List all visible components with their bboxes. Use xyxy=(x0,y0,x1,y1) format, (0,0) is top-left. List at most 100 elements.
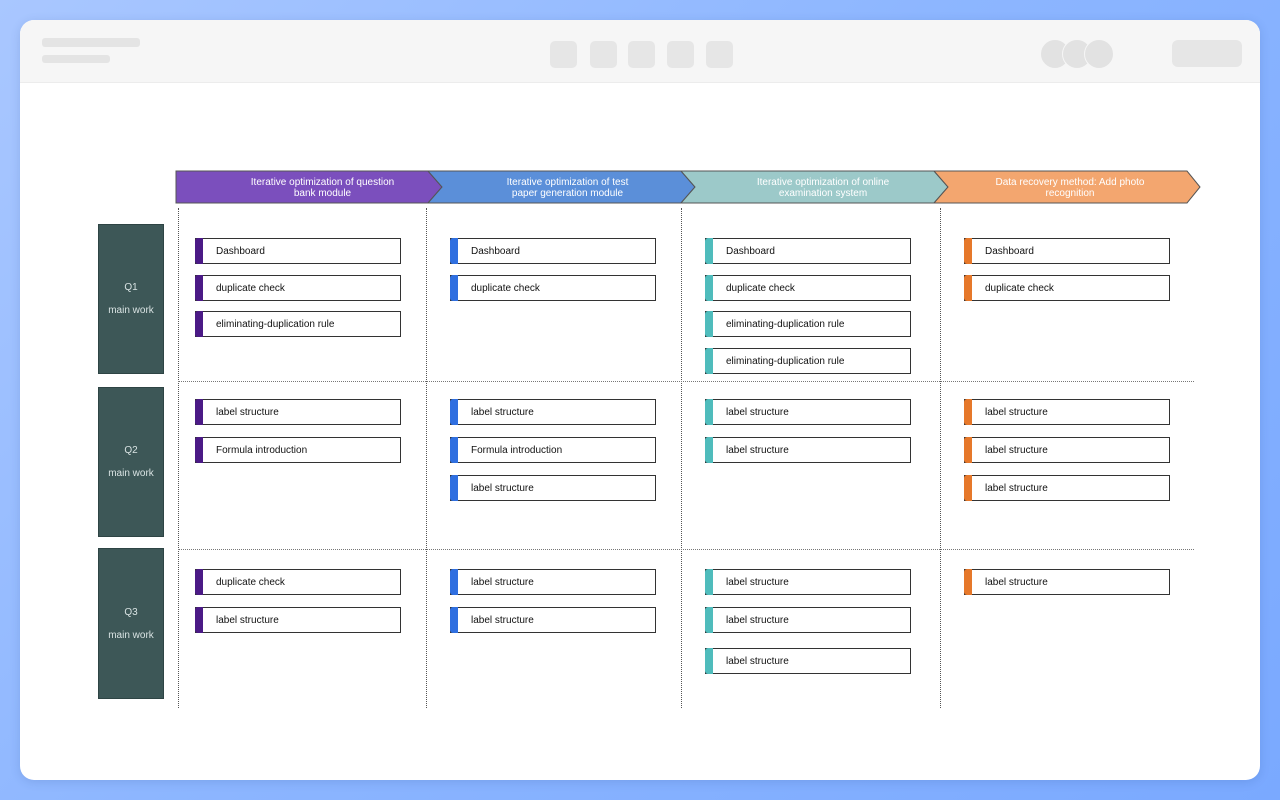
card-color-tab xyxy=(195,238,203,264)
card-label: label structure xyxy=(726,444,789,456)
task-card[interactable]: label structure xyxy=(964,569,1170,595)
task-card[interactable]: label structure xyxy=(195,607,401,633)
task-card[interactable]: Dashboard xyxy=(705,238,911,264)
card-label: label structure xyxy=(985,576,1048,588)
stage-title-4: Data recovery method: Add photo recognit… xyxy=(995,177,1145,199)
share-button[interactable] xyxy=(1172,40,1242,67)
toolbar-button-5[interactable] xyxy=(706,41,733,68)
task-card[interactable]: label structure xyxy=(705,607,911,633)
title-placeholder xyxy=(42,38,140,47)
card-label: label structure xyxy=(985,482,1048,494)
row-label-q2: Q2 main work xyxy=(98,387,164,537)
card-color-tab xyxy=(450,399,458,425)
card-color-tab xyxy=(450,475,458,501)
diagram-canvas: Iterative optimization of question bank … xyxy=(20,82,1260,780)
task-card[interactable]: label structure xyxy=(195,399,401,425)
column-divider xyxy=(178,208,179,708)
card-label: duplicate check xyxy=(471,282,540,294)
task-card[interactable]: label structure xyxy=(450,475,656,501)
task-card[interactable]: label structure xyxy=(450,399,656,425)
card-label: label structure xyxy=(726,655,789,667)
task-card[interactable]: label structure xyxy=(705,648,911,674)
column-divider xyxy=(940,208,941,708)
card-label: label structure xyxy=(471,614,534,626)
card-color-tab xyxy=(964,569,972,595)
task-card[interactable]: label structure xyxy=(705,399,911,425)
task-card[interactable]: Dashboard xyxy=(195,238,401,264)
task-card[interactable]: label structure xyxy=(450,569,656,595)
row-quarter: Q2 xyxy=(124,445,138,456)
toolbar-button-1[interactable] xyxy=(550,41,577,68)
card-label: label structure xyxy=(471,482,534,494)
task-card[interactable]: duplicate check xyxy=(705,275,911,301)
card-label: Formula introduction xyxy=(471,444,563,456)
card-label: label structure xyxy=(726,576,789,588)
card-label: label structure xyxy=(216,406,279,418)
task-card[interactable]: eliminating-duplication rule xyxy=(705,311,911,337)
card-label: duplicate check xyxy=(985,282,1054,294)
card-color-tab xyxy=(705,607,713,633)
card-label: label structure xyxy=(985,406,1048,418)
task-card[interactable]: Formula introduction xyxy=(450,437,656,463)
card-color-tab xyxy=(705,648,713,674)
card-color-tab xyxy=(705,348,713,374)
task-card[interactable]: label structure xyxy=(450,607,656,633)
task-card[interactable]: eliminating-duplication rule xyxy=(195,311,401,337)
card-color-tab xyxy=(450,437,458,463)
card-label: label structure xyxy=(985,444,1048,456)
card-label: label structure xyxy=(471,406,534,418)
card-color-tab xyxy=(705,399,713,425)
card-color-tab xyxy=(705,238,713,264)
task-card[interactable]: duplicate check xyxy=(195,569,401,595)
stage-title-2: Iterative optimization of test paper gen… xyxy=(506,177,629,199)
task-card[interactable]: Dashboard xyxy=(964,238,1170,264)
task-card[interactable]: duplicate check xyxy=(195,275,401,301)
task-card[interactable]: label structure xyxy=(964,475,1170,501)
column-divider xyxy=(426,208,427,708)
task-card[interactable]: label structure xyxy=(964,399,1170,425)
row-label-q1: Q1 main work xyxy=(98,224,164,374)
stage-title-1: Iterative optimization of question bank … xyxy=(250,177,395,199)
card-label: Dashboard xyxy=(216,245,265,257)
task-card[interactable]: duplicate check xyxy=(450,275,656,301)
card-color-tab xyxy=(195,399,203,425)
card-label: duplicate check xyxy=(216,282,285,294)
row-quarter: Q3 xyxy=(124,606,138,618)
task-card[interactable]: Dashboard xyxy=(450,238,656,264)
avatar[interactable] xyxy=(1084,39,1114,69)
card-color-tab xyxy=(964,275,972,301)
card-label: duplicate check xyxy=(726,282,795,294)
task-card[interactable]: label structure xyxy=(705,437,911,463)
toolbar-button-2[interactable] xyxy=(590,41,617,68)
card-color-tab xyxy=(195,607,203,633)
row-label-q3: Q3 main work xyxy=(98,548,164,699)
task-card[interactable]: label structure xyxy=(705,569,911,595)
card-label: eliminating-duplication rule xyxy=(726,355,845,367)
card-label: eliminating-duplication rule xyxy=(216,318,335,330)
row-divider xyxy=(178,549,1194,550)
card-label: label structure xyxy=(726,406,789,418)
card-color-tab xyxy=(964,437,972,463)
card-label: label structure xyxy=(216,614,279,626)
card-color-tab xyxy=(705,437,713,463)
stage-title-3: Iterative optimization of online examina… xyxy=(756,177,890,199)
card-label: Dashboard xyxy=(726,245,775,257)
card-color-tab xyxy=(964,399,972,425)
card-color-tab xyxy=(195,275,203,301)
toolbar-button-4[interactable] xyxy=(667,41,694,68)
task-card[interactable]: Formula introduction xyxy=(195,437,401,463)
subtitle-placeholder xyxy=(42,55,110,63)
card-label: label structure xyxy=(471,576,534,588)
task-card[interactable]: label structure xyxy=(964,437,1170,463)
task-card[interactable]: duplicate check xyxy=(964,275,1170,301)
card-color-tab xyxy=(195,437,203,463)
card-label: Dashboard xyxy=(985,245,1034,257)
row-subtitle: main work xyxy=(108,468,154,479)
card-color-tab xyxy=(450,569,458,595)
toolbar-button-3[interactable] xyxy=(628,41,655,68)
card-color-tab xyxy=(195,311,203,337)
row-subtitle: main work xyxy=(108,305,154,316)
task-card[interactable]: eliminating-duplication rule xyxy=(705,348,911,374)
card-color-tab xyxy=(705,275,713,301)
card-label: Formula introduction xyxy=(216,444,308,456)
